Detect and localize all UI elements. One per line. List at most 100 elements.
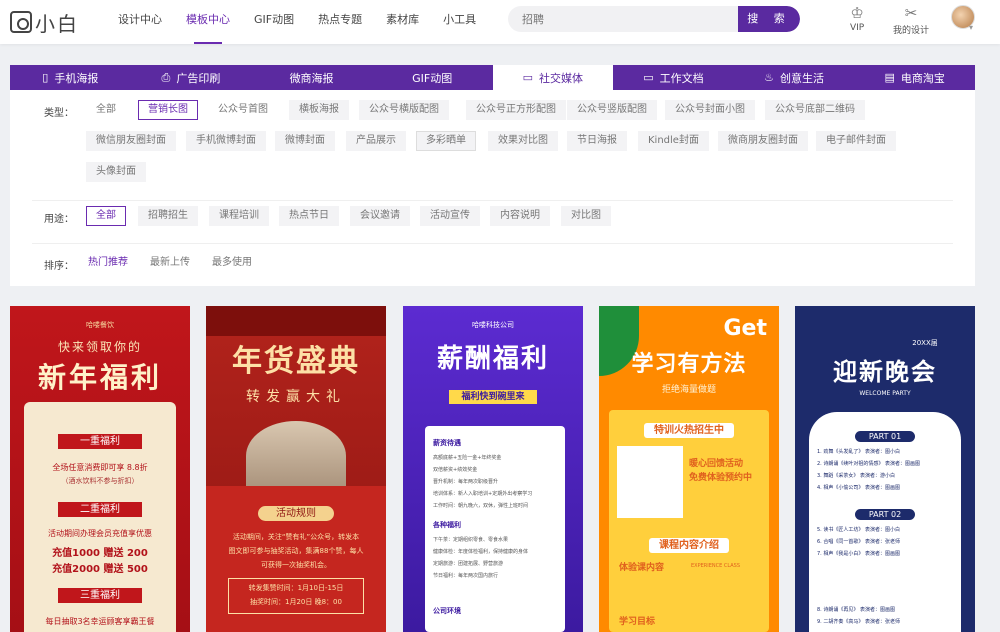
info-line: 双倍薪资+绩效奖金 (433, 467, 478, 473)
program-line: 1. 劲舞《头发乱了》 表演者：图小白 (817, 449, 900, 455)
type-tag[interactable]: 公众号底部二维码 (765, 100, 865, 120)
section-title: 公司环境 (433, 607, 461, 615)
type-tag[interactable]: 节日海报 (567, 131, 627, 151)
section-title: 体验课内容 (619, 563, 665, 573)
use-tag[interactable]: 全部 (86, 206, 126, 226)
use-tag[interactable]: 对比图 (561, 206, 611, 226)
program-line: 4. 相声《小偷公司》 表演者：图画图 (817, 485, 900, 491)
card-title: 迎新晚会 (833, 357, 937, 386)
use-tag[interactable]: 招聘招生 (138, 206, 198, 226)
type-tag[interactable]: 公众号正方形配图 (466, 100, 566, 120)
tab-print-ad[interactable]: ⎙ 广告印刷 (131, 65, 252, 90)
program-line: 8. 诗朗诵《再见》 表演者：图画图 (817, 607, 895, 613)
card-tagline: Get (723, 316, 768, 341)
type-tag[interactable]: 公众号横版配图 (359, 100, 449, 120)
type-tag[interactable]: 产品展示 (346, 131, 406, 151)
info-line: 下午茶：定期组织零食、零食水果 (433, 537, 509, 543)
rules-text: 可获得一次抽奖机会。 (261, 561, 331, 569)
template-card[interactable]: 哈喽科技公司 薪酬福利 福利快到碗里来 薪资待遇 高额底薪+五险一金+年终奖金 … (403, 306, 583, 632)
tab-wechat-business-poster[interactable]: 微商海报 (251, 65, 372, 90)
rules-badge: 活动规则 (258, 506, 334, 521)
nav-template-center[interactable]: 模板中心 (174, 0, 242, 44)
use-label: 用途： (44, 214, 74, 225)
card-year: 20XX届 (912, 339, 938, 347)
type-tag[interactable]: 微博封面 (275, 131, 335, 151)
type-tag[interactable]: 营销长图 (138, 100, 198, 120)
sort-option[interactable]: 最新上传 (140, 253, 200, 273)
type-tag[interactable]: 全部 (86, 100, 126, 120)
info-line: 高额底薪+五险一金+年终奖金 (433, 455, 502, 461)
tab-social-media[interactable]: ▭ 社交媒体 (492, 65, 614, 90)
type-tag[interactable]: 微商朋友圈封面 (718, 131, 808, 151)
use-tag[interactable]: 活动宣传 (420, 206, 480, 226)
search-box: 搜 索 (508, 6, 800, 32)
divider (32, 243, 953, 244)
monitor-icon: ▭ (643, 71, 654, 84)
main-nav: 设计中心 模板中心 GIF动图 热点专题 素材库 小工具 (106, 0, 488, 44)
promo-line: 暖心回馈活动 (689, 459, 744, 469)
section-title: 薪资待遇 (433, 439, 461, 447)
section-subtitle: EXPERIENCE CLASS (691, 563, 741, 569)
program-line: 6. 合唱《同一首歌》 表演者：张老师 (817, 539, 900, 545)
template-card[interactable]: Get 学习有方法 拒绝海量做题 特训火热招生中 暖心回馈活动 免费体验预约中 … (599, 306, 779, 632)
nav-tools[interactable]: 小工具 (431, 0, 488, 44)
nav-materials[interactable]: 素材库 (374, 0, 431, 44)
type-tag[interactable]: 头像封面 (86, 162, 146, 182)
use-tag[interactable]: 课程培训 (209, 206, 269, 226)
type-tag[interactable]: Kindle封面 (638, 131, 709, 151)
tab-ecommerce[interactable]: ▤ 电商淘宝 (854, 65, 975, 90)
type-tag[interactable]: 公众号封面小图 (665, 100, 755, 120)
nav-gif[interactable]: GIF动图 (242, 0, 306, 44)
nav-design-center[interactable]: 设计中心 (106, 0, 174, 44)
vip-button[interactable]: ♔ VIP (850, 4, 864, 33)
tab-gif[interactable]: GIF动图 (372, 65, 493, 90)
sort-option[interactable]: 热门推荐 (78, 253, 138, 273)
type-tag[interactable]: 微信朋友圈封面 (86, 131, 176, 151)
rules-text: 图文即可参与抽奖活动，集满88个赞，每人 (228, 547, 364, 555)
use-tag[interactable]: 内容说明 (490, 206, 550, 226)
tab-creative-life[interactable]: ♨ 创意生活 (734, 65, 855, 90)
chat-icon: ▭ (522, 71, 534, 84)
type-tag[interactable]: 公众号竖版配图 (567, 100, 657, 120)
type-tag[interactable]: 电子邮件封面 (816, 131, 896, 151)
nav-hot-topics[interactable]: 热点专题 (306, 0, 374, 44)
info-line: 健康体检：年度体检福利，保持健康的身体 (433, 549, 529, 555)
use-tag[interactable]: 会议邀请 (350, 206, 410, 226)
template-card[interactable]: 哈喽餐饮 快来领取你的 新年福利 一重福利 全场任意消费即可享 8.8折 （酒水… (10, 306, 190, 632)
rules-text: 活动期间，关注“赞有礼”公众号，转发本 (232, 533, 360, 541)
type-tag[interactable]: 公众号首图 (208, 100, 278, 120)
printer-icon: ⎙ (161, 70, 171, 84)
card-title: 学习有方法 (631, 351, 747, 377)
benefit-badge: 一重福利 (58, 434, 142, 449)
template-card[interactable]: 20XX届 迎新晚会 WELCOME PARTY PART 01 1. 劲舞《头… (795, 306, 975, 632)
search-button[interactable]: 搜 索 (738, 6, 800, 32)
sort-option[interactable]: 最多使用 (202, 253, 262, 273)
section-title: 各种福利 (433, 521, 461, 529)
template-card[interactable]: 年货盛典 转发赢大礼 活动规则 活动期间，关注“赞有礼”公众号，转发本 图文即可… (206, 306, 386, 632)
photo (617, 446, 683, 518)
tab-work-docs[interactable]: ▭ 工作文档 (613, 65, 734, 90)
search-input[interactable] (508, 6, 738, 32)
curtain (206, 306, 386, 336)
crown-icon: ♔ (850, 4, 864, 22)
shop-icon: ▤ (884, 71, 895, 84)
promo-line: 免费体验预约中 (689, 473, 753, 483)
logo[interactable]: 小白 (10, 7, 79, 37)
type-tag[interactable]: 多彩晒单 (416, 131, 476, 151)
info-line: 晋升机制：每年两次职级晋升 (433, 479, 499, 485)
benefit-badge: 三重福利 (58, 588, 142, 603)
filter-panel: 类型： 全部 营销长图 公众号首图 横板海报 公众号横版配图 公众号正方形配图 … (10, 90, 975, 286)
chevron-down-icon[interactable]: ▾ (969, 23, 973, 32)
benefit-text: 充值2000 赠送 500 (52, 564, 148, 575)
top-bar: 小白 设计中心 模板中心 GIF动图 热点专题 素材库 小工具 搜 索 ♔ VI… (0, 0, 1000, 44)
type-tag[interactable]: 效果对比图 (488, 131, 558, 151)
benefit-text: 充值1000 赠送 200 (52, 548, 148, 559)
use-tag[interactable]: 热点节日 (279, 206, 339, 226)
my-design-button[interactable]: ✂ 我的设计 (893, 4, 929, 36)
type-tag[interactable]: 横板海报 (289, 100, 349, 120)
type-tag[interactable]: 手机微博封面 (186, 131, 266, 151)
tab-mobile-poster[interactable]: ▯ 手机海报 (10, 65, 131, 90)
program-line: 5. 读书《匠人工坊》 表演者：图小白 (817, 527, 900, 533)
section-title: 学习目标 (619, 617, 656, 627)
benefit-badge: 二重福利 (58, 502, 142, 517)
